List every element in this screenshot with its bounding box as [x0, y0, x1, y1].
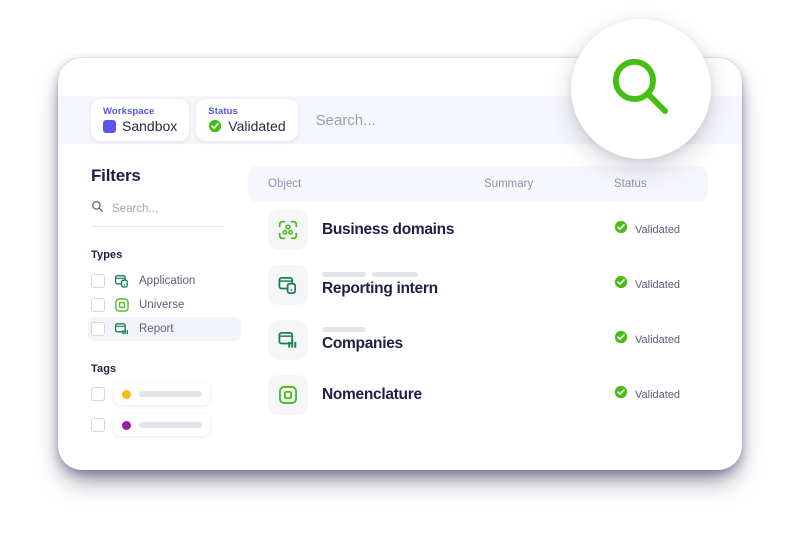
- tag-item-1[interactable]: [91, 383, 241, 405]
- tag-name-placeholder: [139, 422, 202, 428]
- status-label: Status: [208, 106, 238, 117]
- table-row[interactable]: Companies Validated: [248, 312, 708, 367]
- tag-chip-1[interactable]: [114, 383, 210, 405]
- check-circle-icon: [208, 119, 222, 133]
- status-badge: Validated: [635, 333, 681, 346]
- filters-title: Filters: [91, 166, 141, 185]
- search-icon: [91, 200, 104, 218]
- filter-label-report: Report: [139, 323, 174, 335]
- search-magnifier-icon: [606, 52, 676, 127]
- row-status-cell: Validated: [614, 220, 688, 239]
- tag-color-dot: [122, 389, 131, 399]
- application-icon: [268, 264, 308, 305]
- filter-item-report[interactable]: Report: [88, 317, 241, 341]
- table-header-row: Object Summary Status: [248, 166, 708, 202]
- search-feature-bubble: [571, 19, 711, 159]
- status-badge: Validated: [635, 278, 681, 291]
- check-circle-icon: [614, 330, 628, 349]
- row-status-cell: Validated: [614, 330, 688, 349]
- check-circle-icon: [614, 385, 628, 404]
- checkbox-universe[interactable]: [91, 298, 105, 312]
- filter-item-application[interactable]: Application: [88, 269, 241, 293]
- workspace-label: Workspace: [103, 106, 155, 117]
- scan-domains-icon: [268, 209, 308, 250]
- report-icon: [114, 321, 130, 337]
- tag-color-dot: [122, 420, 131, 430]
- filter-label-universe: Universe: [139, 299, 185, 311]
- tag-chip-2[interactable]: [114, 414, 210, 436]
- filter-label-application: Application: [139, 275, 196, 287]
- object-name: Nomenclature: [322, 385, 422, 403]
- universe-icon: [114, 297, 130, 313]
- group-title-types: Types: [91, 249, 123, 261]
- workspace-selector[interactable]: Workspace Sandbox: [91, 99, 190, 141]
- tagline-bar: [372, 271, 418, 277]
- object-name: Reporting intern: [322, 279, 438, 297]
- column-header-object: Object: [268, 178, 302, 190]
- checkbox-tag-2[interactable]: [91, 418, 105, 432]
- checkbox-tag-1[interactable]: [91, 387, 105, 401]
- checkbox-report[interactable]: [91, 322, 105, 336]
- color-swatch-icon: [103, 119, 116, 133]
- status-selector[interactable]: Status Validated: [196, 99, 298, 141]
- tag-name-placeholder: [139, 391, 202, 397]
- filters-sidebar: Filters Search... Types Application Univ…: [88, 166, 241, 445]
- sidebar-search-input[interactable]: Search...: [91, 200, 224, 227]
- filter-item-universe[interactable]: Universe: [88, 293, 241, 317]
- status-badge: Validated: [635, 223, 681, 236]
- object-name: Companies: [322, 334, 403, 352]
- column-header-summary: Summary: [484, 178, 534, 190]
- column-header-status: Status: [614, 178, 647, 190]
- status-value: Validated: [228, 118, 286, 134]
- report-icon: [268, 319, 308, 360]
- tagline-bar: [322, 271, 366, 277]
- search-input[interactable]: Search...: [316, 112, 376, 129]
- check-circle-icon: [614, 275, 628, 294]
- sidebar-search-placeholder: Search...: [112, 203, 159, 215]
- object-tagline: [322, 271, 438, 277]
- table-row[interactable]: Business domains Validated: [248, 202, 708, 257]
- workspace-value: Sandbox: [122, 118, 178, 134]
- table-row[interactable]: Reporting intern Validated: [248, 257, 708, 312]
- tagline-bar: [322, 326, 366, 332]
- object-tagline: [322, 326, 403, 332]
- tag-item-2[interactable]: [91, 414, 241, 436]
- check-circle-icon: [614, 220, 628, 239]
- object-name: Business domains: [322, 220, 455, 238]
- screenshot-stage: Workspace Sandbox Status Validated Searc…: [0, 0, 800, 541]
- universe-icon: [268, 374, 308, 415]
- row-status-cell: Validated: [614, 385, 688, 404]
- objects-table: Object Summary Status Business domains V…: [248, 166, 708, 422]
- status-badge: Validated: [635, 388, 681, 401]
- row-status-cell: Validated: [614, 275, 688, 294]
- checkbox-application[interactable]: [91, 274, 105, 288]
- group-title-tags: Tags: [91, 363, 117, 375]
- application-icon: [114, 273, 130, 289]
- table-row[interactable]: Nomenclature Validated: [248, 367, 708, 422]
